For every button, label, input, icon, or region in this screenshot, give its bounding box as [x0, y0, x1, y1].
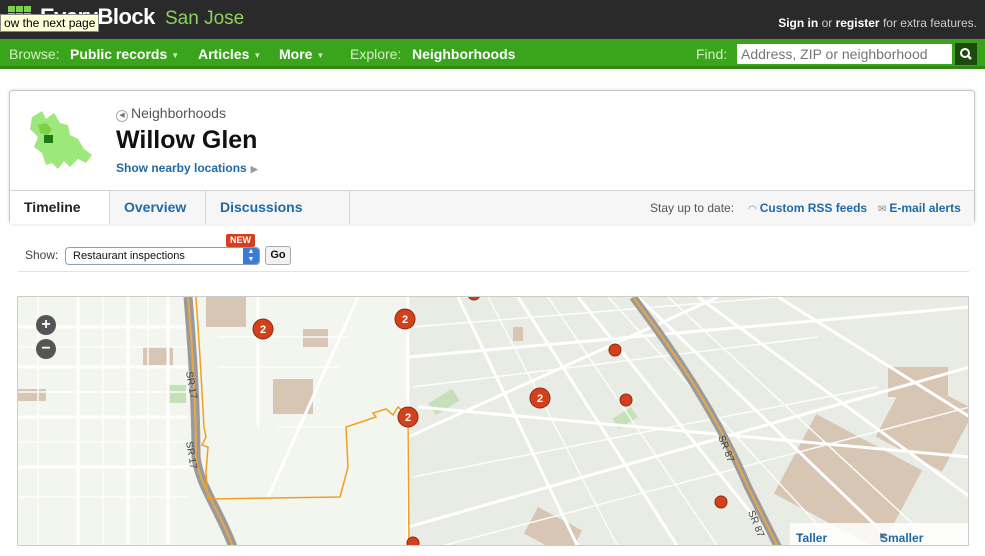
nav-articles[interactable]: Articles ▼ — [198, 46, 261, 62]
back-arrow-icon: ◀ — [116, 110, 128, 122]
taller-map-label: Taller map — [796, 531, 828, 545]
select-arrows-icon: ▲ ▼ — [243, 248, 259, 264]
nav-more-label: More — [279, 46, 313, 62]
explore-label: Explore: — [350, 46, 402, 62]
neighborhood-mini-map[interactable] — [24, 105, 96, 175]
browse-label: Browse: — [9, 46, 60, 62]
zoom-in-button[interactable]: + — [36, 315, 56, 335]
map-canvas[interactable]: SR 17 SR 17 SR 87 SR 87 2222 — [18, 297, 969, 546]
breadcrumb[interactable]: ◀ Neighborhoods — [116, 105, 226, 122]
map-marker[interactable]: 2 — [397, 406, 419, 428]
nav-public-records[interactable]: Public records ▼ — [70, 46, 179, 62]
map-marker-count: 2 — [537, 393, 543, 405]
main-nav: Browse: Public records ▼ Articles ▼ More ▼ … — [0, 39, 985, 69]
map-marker[interactable] — [619, 393, 633, 407]
register-link[interactable]: register — [836, 16, 880, 30]
nearby-label: Show nearby locations — [116, 161, 247, 175]
map[interactable]: SR 17 SR 17 SR 87 SR 87 2222 + − ▼ Talle… — [17, 296, 969, 546]
page-title: Willow Glen — [116, 126, 258, 154]
chevron-down-icon: ▼ — [253, 50, 262, 60]
zoom-out-button[interactable]: − — [36, 339, 56, 359]
map-marker-count: 2 — [402, 314, 408, 326]
map-marker[interactable] — [608, 343, 622, 357]
top-header: EveryBlock San Jose ow the next page Sig… — [0, 0, 985, 39]
browser-tooltip: ow the next page — [0, 14, 100, 32]
map-marker[interactable]: 2 — [252, 318, 274, 340]
find-label: Find: — [696, 46, 728, 62]
find-search-button[interactable] — [955, 43, 977, 65]
mail-icon: ✉ — [878, 204, 887, 215]
smaller-map-label: Smaller map — [880, 531, 924, 545]
stay-up-to-date-label: Stay up to date: — [650, 201, 735, 215]
or-text: or — [821, 16, 833, 30]
sign-in-link[interactable]: Sign in — [778, 16, 818, 30]
city-name: San Jose — [165, 8, 245, 29]
chevron-right-icon: ▶ — [250, 164, 258, 174]
rss-label: Custom RSS feeds — [759, 201, 868, 215]
search-icon — [960, 48, 972, 60]
show-label: Show: — [25, 248, 59, 262]
nav-articles-label: Articles — [198, 46, 250, 62]
account-links: Sign in or register for extra features. — [778, 16, 977, 30]
tab-bar: Timeline Overview Discussions NEW Stay up… — [10, 190, 974, 247]
nav-public-records-label: Public records — [70, 46, 168, 62]
tab-timeline[interactable]: Timeline — [10, 191, 110, 224]
nav-neighborhoods[interactable]: Neighborhoods — [412, 46, 515, 62]
show-selected-value: Restaurant inspections — [73, 250, 185, 262]
nearby-locations-link[interactable]: Show nearby locations ▶ — [116, 161, 258, 175]
new-badge: NEW — [226, 234, 255, 247]
email-label: E-mail alerts — [889, 201, 961, 215]
show-dropdown[interactable]: Restaurant inspections ▲ ▼ — [65, 247, 260, 265]
go-button[interactable]: Go — [265, 246, 291, 265]
tab-discussions-label: Discussions — [220, 199, 303, 215]
neighborhood-card: ◀ Neighborhoods Willow Glen Show nearby l… — [9, 90, 975, 247]
map-marker-count: 2 — [405, 412, 411, 424]
chevron-down-icon: ▼ — [316, 50, 325, 60]
tab-discussions[interactable]: Discussions NEW — [206, 191, 350, 247]
map-marker[interactable]: 2 — [394, 308, 416, 330]
rss-feeds-link[interactable]: ◠ Custom RSS feeds — [748, 201, 867, 215]
divider — [18, 271, 969, 272]
tab-overview[interactable]: Overview — [110, 191, 206, 224]
breadcrumb-label: Neighborhoods — [131, 105, 226, 121]
map-marker[interactable] — [468, 297, 480, 301]
map-marker[interactable] — [406, 536, 420, 546]
map-marker[interactable] — [714, 495, 728, 509]
map-marker-count: 2 — [260, 324, 266, 336]
map-marker[interactable]: 2 — [529, 387, 551, 409]
map-size-controls: ▼ Taller map ▶ Smaller map — [790, 523, 968, 545]
rss-icon: ◠ — [748, 204, 757, 215]
extra-features-text: for extra features. — [882, 16, 977, 30]
find-input[interactable] — [737, 44, 952, 64]
nav-more[interactable]: More ▼ — [279, 46, 324, 62]
email-alerts-link[interactable]: ✉ E-mail alerts — [878, 201, 961, 215]
chevron-down-icon: ▼ — [171, 50, 180, 60]
